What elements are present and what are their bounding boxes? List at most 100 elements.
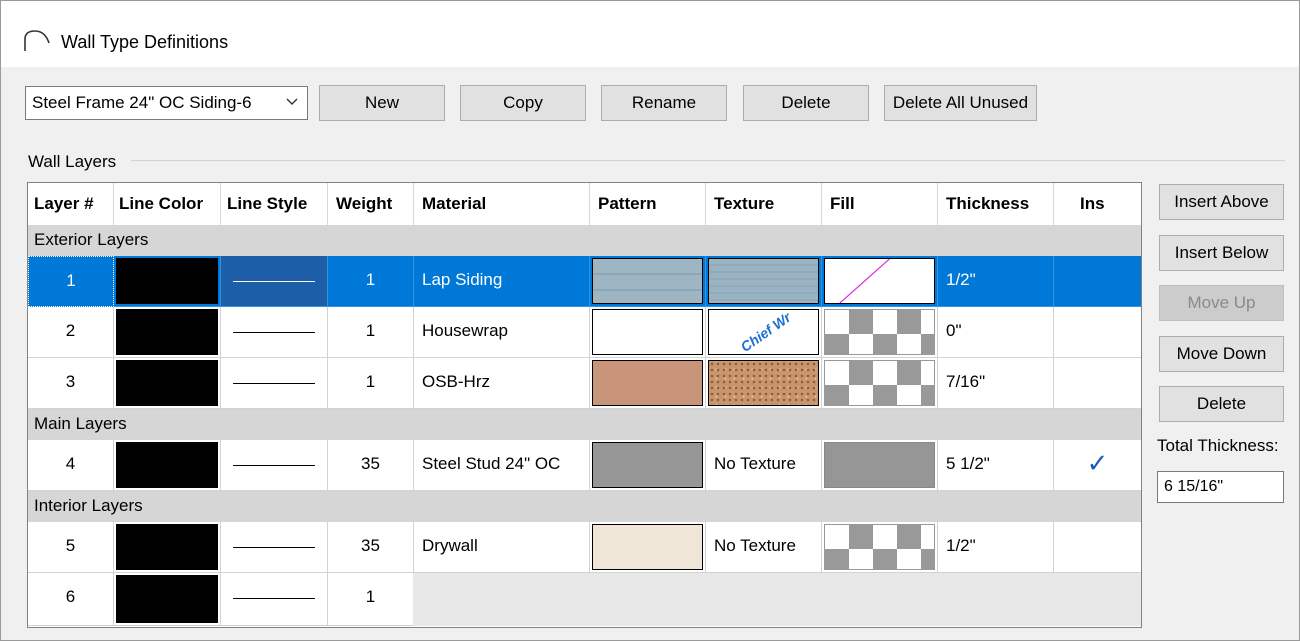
weight-cell[interactable]: 35 [328, 440, 414, 491]
material-cell[interactable]: Housewrap [414, 307, 590, 358]
diagonal-line-icon [839, 258, 890, 304]
thickness-cell[interactable]: 5 1/2" [938, 440, 1054, 491]
pattern-cell[interactable] [590, 307, 706, 358]
insert-above-button[interactable]: Insert Above [1159, 184, 1284, 220]
line-color-cell[interactable] [114, 440, 221, 491]
fill-cell[interactable] [822, 358, 938, 409]
wall-layers-group-label: Wall Layers [28, 152, 117, 171]
wall-layers-table[interactable]: Layer # Line Color Line Style Weight Mat… [27, 182, 1142, 628]
texture-cell[interactable]: No Texture [706, 440, 822, 491]
ins-cell[interactable] [1054, 522, 1141, 573]
pattern-cell[interactable] [590, 522, 706, 573]
layer-number[interactable]: 1 [28, 256, 114, 307]
lap-siding-pattern-swatch [592, 258, 703, 304]
lap-siding-texture-swatch [708, 258, 819, 304]
wall-type-select[interactable]: Steel Frame 24" OC Siding-6 [25, 86, 308, 120]
column-header-line-style[interactable]: Line Style [221, 183, 328, 225]
section-interior-layers: Interior Layers [28, 491, 1141, 522]
thickness-cell[interactable]: 1/2" [938, 256, 1054, 307]
column-header-pattern[interactable]: Pattern [590, 183, 706, 225]
column-header-layer[interactable]: Layer # [28, 183, 114, 225]
weight-cell[interactable]: 1 [328, 256, 414, 307]
fill-cell[interactable] [822, 522, 938, 573]
texture-cell[interactable]: No Texture [706, 522, 822, 573]
weight-cell[interactable]: 1 [328, 358, 414, 409]
column-header-weight[interactable]: Weight [328, 183, 414, 225]
line-color-cell[interactable] [114, 358, 221, 409]
line-color-swatch [116, 575, 218, 623]
wall-type-definitions-dialog: Wall Type Definitions Steel Frame 24" OC… [0, 0, 1300, 641]
column-header-texture[interactable]: Texture [706, 183, 822, 225]
weight-cell[interactable]: 1 [328, 573, 414, 626]
line-color-cell[interactable] [114, 573, 221, 626]
ins-checkmark-icon[interactable]: ✓ [1054, 440, 1141, 491]
osb-pattern-swatch [592, 360, 703, 406]
weight-cell[interactable]: 1 [328, 307, 414, 358]
table-row[interactable]: 2 1 Housewrap Chief Wr 0" [28, 307, 1141, 358]
pattern-cell[interactable] [590, 440, 706, 491]
line-style-cell[interactable] [221, 573, 328, 626]
ins-cell[interactable] [1054, 307, 1141, 358]
blank-pattern-swatch [592, 309, 703, 355]
table-row[interactable]: 6 1 [28, 573, 1141, 626]
line-color-cell[interactable] [114, 522, 221, 573]
line-style-cell[interactable] [221, 522, 328, 573]
line-style-cell[interactable] [221, 440, 328, 491]
texture-cell[interactable] [706, 256, 822, 307]
fill-cell[interactable] [822, 440, 938, 491]
checker-fill-swatch [824, 309, 935, 355]
line-color-swatch [116, 258, 218, 304]
line-style-glyph [233, 281, 315, 282]
texture-cell[interactable] [706, 358, 822, 409]
pattern-cell[interactable] [590, 256, 706, 307]
rename-button[interactable]: Rename [601, 85, 727, 121]
column-header-thickness[interactable]: Thickness [938, 183, 1054, 225]
pattern-cell[interactable] [590, 358, 706, 409]
table-row[interactable]: 1 1 Lap Siding 1/2" [28, 256, 1141, 307]
layer-number[interactable]: 6 [28, 573, 114, 626]
line-color-cell[interactable] [114, 307, 221, 358]
ins-cell[interactable] [1054, 256, 1141, 307]
line-style-cell[interactable] [221, 307, 328, 358]
move-down-button[interactable]: Move Down [1159, 336, 1284, 372]
fill-cell[interactable] [822, 307, 938, 358]
total-thickness-field[interactable]: 6 15/16" [1157, 471, 1284, 503]
layer-number[interactable]: 5 [28, 522, 114, 573]
column-header-ins[interactable]: Ins [1054, 183, 1141, 225]
section-label: Exterior Layers [34, 230, 149, 249]
move-up-button[interactable]: Move Up [1159, 285, 1284, 321]
table-row[interactable]: 4 35 Steel Stud 24" OC No Texture 5 1/2"… [28, 440, 1141, 491]
column-header-fill[interactable]: Fill [822, 183, 938, 225]
column-header-line-color[interactable]: Line Color [114, 183, 221, 225]
material-cell[interactable]: OSB-Hrz [414, 358, 590, 409]
thickness-cell[interactable]: 7/16" [938, 358, 1054, 409]
checker-fill-swatch [824, 360, 935, 406]
section-exterior-layers: Exterior Layers [28, 225, 1141, 256]
table-row[interactable]: 5 35 Drywall No Texture 1/2" [28, 522, 1141, 573]
layer-number[interactable]: 3 [28, 358, 114, 409]
delete-all-unused-button[interactable]: Delete All Unused [884, 85, 1037, 121]
section-main-layers: Main Layers [28, 409, 1141, 440]
copy-button[interactable]: Copy [460, 85, 586, 121]
line-color-cell[interactable] [114, 256, 221, 307]
material-cell[interactable]: Steel Stud 24" OC [414, 440, 590, 491]
weight-cell[interactable]: 35 [328, 522, 414, 573]
material-cell[interactable]: Lap Siding [414, 256, 590, 307]
line-style-cell[interactable] [221, 358, 328, 409]
insert-below-button[interactable]: Insert Below [1159, 235, 1284, 271]
thickness-cell[interactable]: 0" [938, 307, 1054, 358]
layer-number[interactable]: 4 [28, 440, 114, 491]
column-header-material[interactable]: Material [414, 183, 590, 225]
line-style-cell[interactable] [221, 256, 328, 307]
thickness-cell[interactable]: 1/2" [938, 522, 1054, 573]
texture-cell[interactable]: Chief Wr [706, 307, 822, 358]
delete-layer-button[interactable]: Delete [1159, 386, 1284, 422]
new-button[interactable]: New [319, 85, 445, 121]
delete-wall-type-button[interactable]: Delete [743, 85, 869, 121]
line-color-swatch [116, 442, 218, 488]
fill-cell[interactable] [822, 256, 938, 307]
ins-cell[interactable] [1054, 358, 1141, 409]
material-cell[interactable]: Drywall [414, 522, 590, 573]
layer-number[interactable]: 2 [28, 307, 114, 358]
table-row[interactable]: 3 1 OSB-Hrz 7/16" [28, 358, 1141, 409]
